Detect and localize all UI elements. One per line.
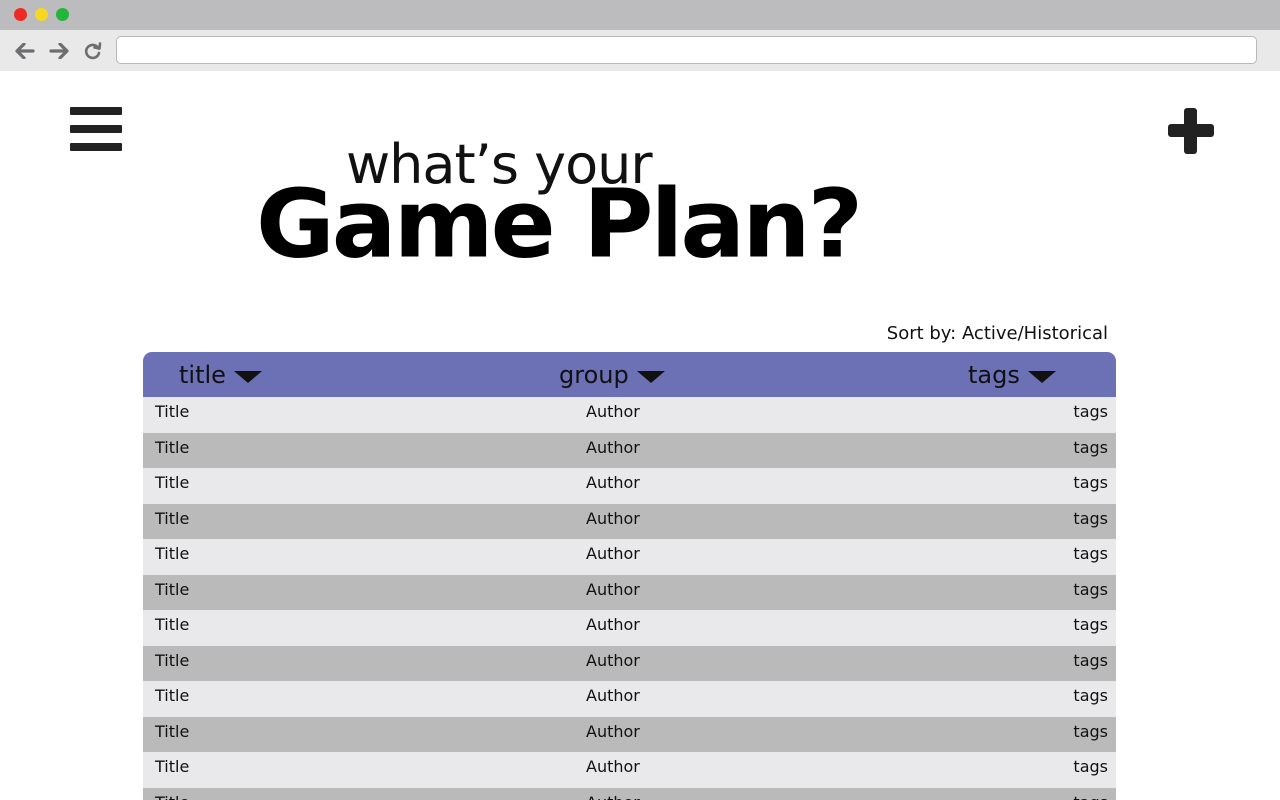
row-tags: tags: [1073, 686, 1108, 705]
table-body: Title Author tags Title Author tags Title Autho…: [143, 397, 1116, 800]
sort-by-tags-button[interactable]: tags: [968, 352, 1056, 397]
table-row[interactable]: Title Author tags: [143, 716, 1116, 752]
row-author: Author: [586, 615, 640, 634]
row-author: Author: [586, 757, 640, 776]
browser-titlebar: [0, 0, 1280, 30]
caret-down-icon: [1027, 370, 1056, 383]
row-author: Author: [586, 402, 640, 421]
table-row[interactable]: Title Author tags: [143, 787, 1116, 800]
table-row[interactable]: Title Author tags: [143, 432, 1116, 468]
maximize-window-button[interactable]: [56, 8, 69, 21]
close-window-button[interactable]: [14, 8, 27, 21]
table-row[interactable]: Title Author tags: [143, 752, 1116, 788]
caret-down-icon: [233, 370, 262, 383]
row-author: Author: [586, 721, 640, 741]
table-row[interactable]: Title Author tags: [143, 503, 1116, 539]
reload-icon: [84, 41, 102, 59]
row-author: Author: [586, 788, 640, 800]
page-title: Game Plan?: [256, 169, 863, 279]
table-row[interactable]: Title Author tags: [143, 645, 1116, 681]
row-author: Author: [586, 686, 640, 705]
table-row[interactable]: Title Author tags: [143, 610, 1116, 646]
plus-icon[interactable]: [1168, 108, 1214, 154]
game-plan-table: title group tags Title Author tags Title Aut…: [143, 352, 1116, 800]
sort-toggle[interactable]: Sort by: Active/Historical: [887, 323, 1108, 344]
minimize-window-button[interactable]: [35, 8, 48, 21]
arrow-right-icon: [49, 42, 69, 59]
row-tags: tags: [1073, 402, 1108, 421]
column-header-label: tags: [968, 360, 1020, 389]
row-title: Title: [155, 544, 190, 563]
row-tags: tags: [1073, 473, 1108, 492]
row-title: Title: [155, 650, 190, 670]
row-title: Title: [155, 437, 190, 457]
browser-toolbar: [0, 30, 1280, 71]
row-tags: tags: [1073, 788, 1108, 800]
row-title: Title: [155, 508, 190, 528]
caret-down-icon: [636, 370, 665, 383]
table-header: title group tags: [143, 352, 1116, 397]
row-tags: tags: [1073, 508, 1108, 528]
row-title: Title: [155, 615, 190, 634]
row-author: Author: [586, 544, 640, 563]
row-tags: tags: [1073, 544, 1108, 563]
row-author: Author: [586, 508, 640, 528]
reload-button[interactable]: [80, 30, 106, 71]
row-tags: tags: [1073, 437, 1108, 457]
table-row[interactable]: Title Author tags: [143, 397, 1116, 433]
table-row[interactable]: Title Author tags: [143, 468, 1116, 504]
row-title: Title: [155, 402, 190, 421]
column-header-label: title: [179, 360, 226, 389]
row-author: Author: [586, 579, 640, 599]
table-row[interactable]: Title Author tags: [143, 681, 1116, 717]
forward-button[interactable]: [46, 30, 72, 71]
sort-by-title-button[interactable]: title: [179, 352, 262, 397]
row-tags: tags: [1073, 579, 1108, 599]
row-title: Title: [155, 721, 190, 741]
table-row[interactable]: Title Author tags: [143, 539, 1116, 575]
hamburger-menu-icon[interactable]: [70, 107, 122, 151]
row-author: Author: [586, 437, 640, 457]
row-title: Title: [155, 579, 190, 599]
row-title: Title: [155, 757, 190, 776]
row-tags: tags: [1073, 615, 1108, 634]
row-author: Author: [586, 650, 640, 670]
row-tags: tags: [1073, 650, 1108, 670]
back-button[interactable]: [12, 30, 38, 71]
column-header-label: group: [559, 360, 629, 389]
row-title: Title: [155, 686, 190, 705]
row-author: Author: [586, 473, 640, 492]
row-title: Title: [155, 473, 190, 492]
sort-by-group-button[interactable]: group: [559, 352, 665, 397]
row-title: Title: [155, 788, 189, 800]
arrow-left-icon: [15, 42, 35, 59]
row-tags: tags: [1073, 721, 1108, 741]
table-row[interactable]: Title Author tags: [143, 574, 1116, 610]
row-tags: tags: [1073, 757, 1108, 776]
address-bar[interactable]: [116, 36, 1257, 64]
